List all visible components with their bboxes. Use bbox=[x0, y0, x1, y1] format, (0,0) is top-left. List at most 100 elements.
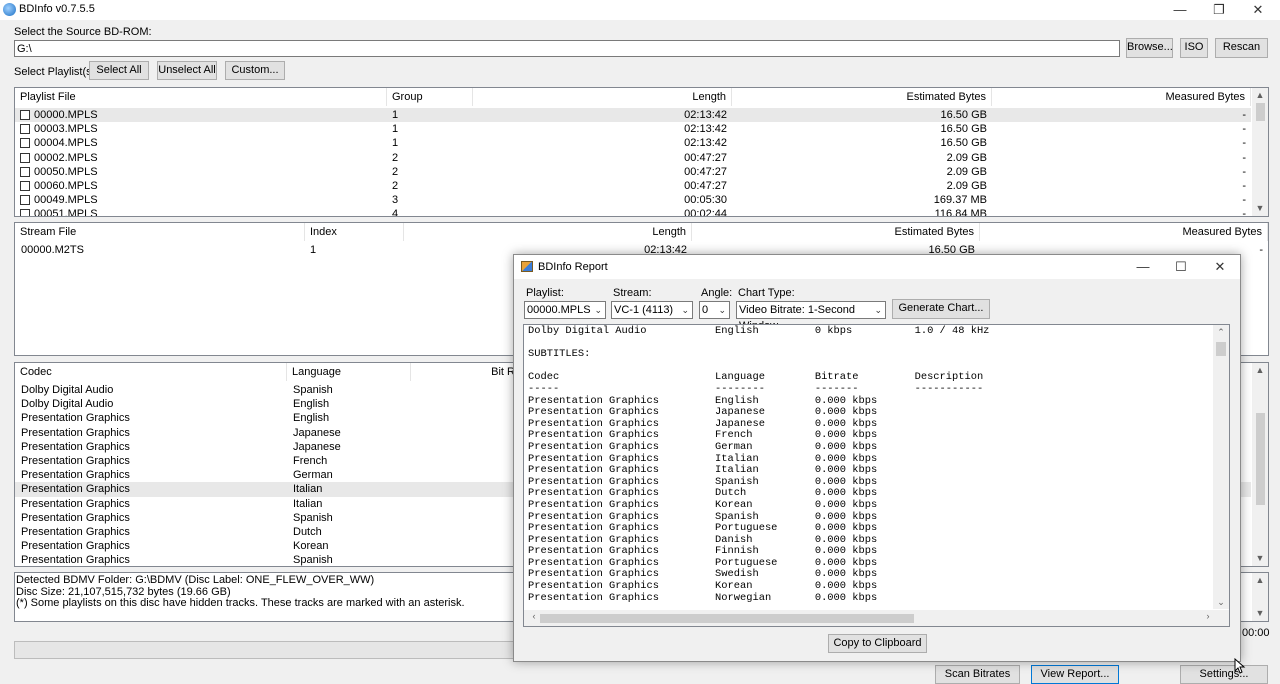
col-length[interactable]: Length bbox=[473, 88, 732, 106]
report-vscrollbar[interactable]: ⌃ ⌄ bbox=[1213, 325, 1229, 609]
playlist-file: 00002.MPLS bbox=[34, 151, 98, 164]
playlist-est-bytes: 116.84 MB bbox=[934, 208, 987, 217]
title-bar: BDInfo v0.7.5.5 — ❐ ✕ bbox=[0, 0, 1280, 20]
stream-file: 00000.M2TS bbox=[21, 244, 84, 256]
col-index[interactable]: Index bbox=[305, 223, 404, 241]
playlist-row[interactable]: 00003.MPLS 1 02:13:42 16.50 GB - bbox=[15, 122, 1251, 136]
status-scroll-down-icon[interactable]: ▼ bbox=[1252, 608, 1268, 618]
iso-button[interactable]: ISO bbox=[1180, 38, 1208, 58]
playlist-row[interactable]: 00060.MPLS 2 00:47:27 2.09 GB - bbox=[15, 179, 1251, 193]
playlist-measured-bytes: - bbox=[1242, 151, 1246, 164]
playlist-row[interactable]: 00002.MPLS 2 00:47:27 2.09 GB - bbox=[15, 151, 1251, 165]
browse-button[interactable]: Browse... bbox=[1126, 38, 1173, 58]
codec-name: Presentation Graphics bbox=[21, 412, 130, 425]
report-maximize-icon[interactable]: ☐ bbox=[1162, 257, 1200, 277]
codec-name: Presentation Graphics bbox=[21, 526, 130, 538]
report-line: Presentation Graphics Korean 0.000 kbps bbox=[528, 498, 878, 511]
status-scroll-up-icon[interactable]: ▲ bbox=[1252, 575, 1268, 585]
playlist-group: 1 bbox=[392, 123, 399, 136]
playlist-checkbox[interactable] bbox=[20, 195, 30, 206]
report-minimize-icon[interactable]: — bbox=[1124, 257, 1162, 277]
report-scroll-right-icon[interactable]: › bbox=[1200, 611, 1216, 621]
minimize-icon[interactable]: — bbox=[1161, 0, 1199, 20]
report-hscroll-thumb[interactable] bbox=[540, 614, 914, 623]
unselect-all-button[interactable]: Unselect All bbox=[157, 61, 217, 80]
view-report-button[interactable]: View Report... bbox=[1031, 665, 1119, 684]
select-all-button[interactable]: Select All bbox=[89, 61, 149, 80]
chevron-down-icon: ⌄ bbox=[594, 305, 602, 315]
report-close-icon[interactable]: ✕ bbox=[1201, 257, 1239, 277]
playlist-select[interactable]: 00000.MPLS ⌄ bbox=[524, 301, 606, 319]
playlist-checkbox[interactable] bbox=[20, 152, 30, 163]
report-vscroll-thumb[interactable] bbox=[1216, 342, 1226, 356]
scan-bitrates-button[interactable]: Scan Bitrates bbox=[935, 665, 1020, 684]
col-group[interactable]: Group bbox=[387, 88, 473, 106]
playlist-list[interactable]: Playlist File Group Length Estimated Byt… bbox=[14, 87, 1269, 217]
playlist-row[interactable]: 00004.MPLS 1 02:13:42 16.50 GB - bbox=[15, 136, 1251, 150]
col-codec[interactable]: Codec bbox=[15, 363, 287, 381]
chevron-down-icon: ⌄ bbox=[718, 305, 726, 315]
codec-scroll-thumb[interactable] bbox=[1256, 413, 1265, 505]
status-scrollbar[interactable]: ▲ ▼ bbox=[1252, 573, 1268, 621]
playlist-scrollbar[interactable]: ▲ ▼ bbox=[1252, 88, 1268, 216]
report-line: Presentation Graphics German 0.000 kbps bbox=[528, 440, 878, 453]
col-bitrate[interactable]: Bit R bbox=[411, 363, 521, 381]
scroll-thumb[interactable] bbox=[1256, 103, 1265, 121]
report-scroll-down-icon[interactable]: ⌄ bbox=[1213, 597, 1229, 608]
col-stream-length[interactable]: Length bbox=[404, 223, 692, 241]
col-stream-measured[interactable]: Measured Bytes bbox=[980, 223, 1268, 241]
scroll-up-icon[interactable]: ▲ bbox=[1252, 90, 1268, 100]
playlist-row[interactable]: 00050.MPLS 2 00:47:27 2.09 GB - bbox=[15, 165, 1251, 179]
codec-scroll-down-icon[interactable]: ▼ bbox=[1252, 553, 1268, 563]
close-icon[interactable]: ✕ bbox=[1239, 0, 1277, 20]
stream-select[interactable]: VC-1 (4113) ⌄ bbox=[611, 301, 693, 319]
codec-language: French bbox=[293, 455, 328, 467]
report-hscrollbar[interactable]: ‹ › bbox=[524, 610, 1229, 626]
playlist-checkbox[interactable] bbox=[20, 124, 30, 135]
col-stream-estimated[interactable]: Estimated Bytes bbox=[692, 223, 980, 241]
restore-icon[interactable]: ❐ bbox=[1200, 0, 1238, 20]
chart-type-label: Chart Type: bbox=[738, 287, 795, 299]
select-playlists-label: Select Playlist(s): bbox=[14, 66, 99, 78]
playlist-group: 1 bbox=[392, 109, 399, 121]
playlist-row[interactable]: 00049.MPLS 3 00:05:30 169.37 MB - bbox=[15, 193, 1251, 207]
custom-button[interactable]: Custom... bbox=[225, 61, 285, 80]
col-estimated-bytes[interactable]: Estimated Bytes bbox=[732, 88, 992, 106]
codec-name: Presentation Graphics bbox=[21, 426, 130, 439]
col-stream-file[interactable]: Stream File bbox=[15, 223, 305, 241]
report-dialog[interactable]: BDInfo Report — ☐ ✕ Playlist: 00000.MPLS… bbox=[513, 254, 1241, 662]
source-path-input[interactable]: G:\ bbox=[14, 40, 1120, 57]
playlist-checkbox[interactable] bbox=[20, 181, 30, 191]
playlist-row[interactable]: 00000.MPLS 1 02:13:42 16.50 GB - bbox=[15, 108, 1251, 123]
settings-button[interactable]: Settings... bbox=[1180, 665, 1268, 684]
angle-select[interactable]: 0 ⌄ bbox=[699, 301, 730, 319]
codec-scroll-up-icon[interactable]: ▲ bbox=[1252, 365, 1268, 375]
report-line: SUBTITLES: bbox=[528, 348, 591, 361]
playlist-checkbox[interactable] bbox=[20, 209, 30, 216]
codec-language: Japanese bbox=[293, 426, 341, 439]
playlist-measured-bytes: - bbox=[1242, 109, 1246, 121]
report-scroll-up-icon[interactable]: ⌃ bbox=[1213, 327, 1229, 338]
chart-type-select[interactable]: Video Bitrate: 1-Second Window⌄ bbox=[736, 301, 886, 332]
rescan-button[interactable]: Rescan bbox=[1215, 38, 1268, 58]
copy-to-clipboard-button[interactable]: Copy to Clipboard bbox=[828, 634, 927, 653]
col-measured-bytes[interactable]: Measured Bytes bbox=[992, 88, 1251, 106]
playlist-est-bytes: 2.09 GB bbox=[946, 180, 987, 192]
scroll-down-icon[interactable]: ▼ bbox=[1252, 203, 1268, 213]
playlist-group: 2 bbox=[392, 151, 399, 164]
playlist-row[interactable]: 00051.MPLS 4 00:02:44 116.84 MB - bbox=[15, 207, 1251, 217]
playlist-checkbox[interactable] bbox=[20, 110, 30, 120]
codec-scrollbar[interactable]: ▲ ▼ bbox=[1252, 363, 1268, 566]
playlist-checkbox[interactable] bbox=[20, 166, 30, 177]
playlist-length: 02:13:42 bbox=[684, 137, 727, 150]
playlist-checkbox[interactable] bbox=[20, 138, 30, 149]
codec-language: Spanish bbox=[293, 511, 333, 524]
playlist-length: 00:02:44 bbox=[684, 208, 727, 217]
window-title: BDInfo v0.7.5.5 bbox=[19, 3, 95, 15]
playlist-file: 00060.MPLS bbox=[34, 180, 98, 192]
col-language[interactable]: Language bbox=[287, 363, 411, 381]
playlist-length: 00:47:27 bbox=[684, 180, 727, 192]
report-text-area[interactable]: Dolby Digital Audio English 0 kbps 1.0 /… bbox=[523, 324, 1230, 627]
generate-chart-button[interactable]: Generate Chart... bbox=[892, 299, 990, 319]
col-playlist-file[interactable]: Playlist File bbox=[15, 88, 387, 106]
